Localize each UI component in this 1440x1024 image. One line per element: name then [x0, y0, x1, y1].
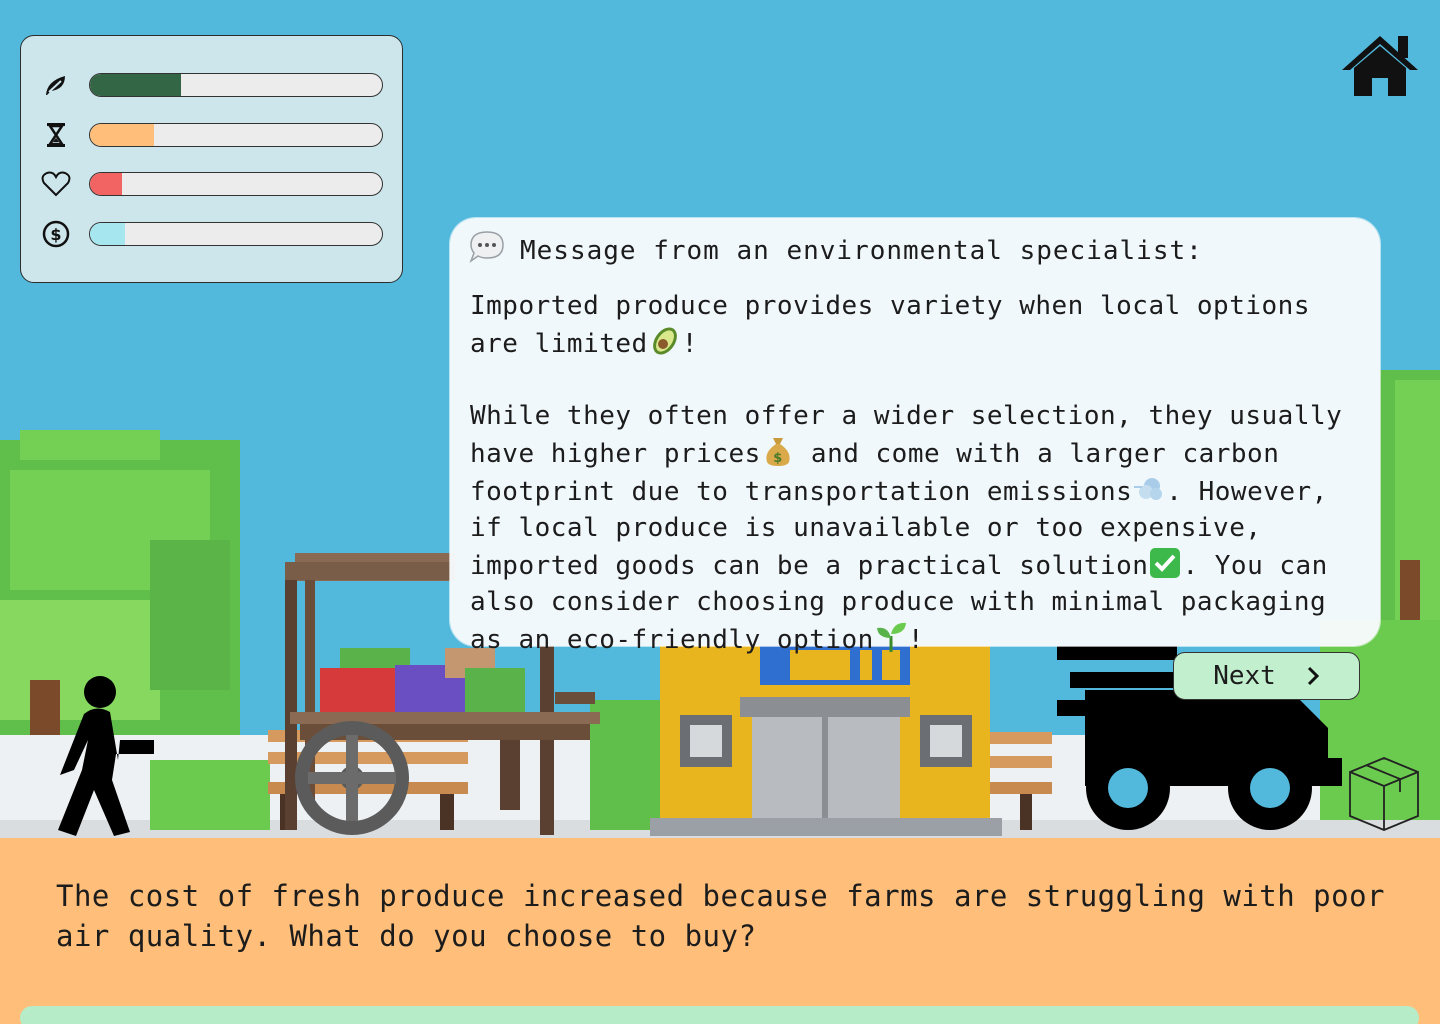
hourglass-icon [39, 122, 73, 148]
message-text: ! [907, 625, 924, 655]
health-bar-fill [90, 173, 123, 195]
chevron-right-icon [1307, 666, 1319, 686]
question-panel: The cost of fresh produce increased beca… [0, 838, 1440, 1024]
stat-health [39, 171, 389, 197]
tree-left [0, 430, 240, 780]
time-bar-fill [90, 124, 155, 146]
message-title: Message from an environmental specialist… [520, 236, 1203, 266]
leaf-icon [39, 72, 73, 98]
money-bag-icon: $ [766, 438, 790, 466]
next-button-label: Next [1213, 661, 1276, 691]
svg-text:$: $ [773, 451, 783, 466]
check-mark-icon [1150, 548, 1181, 578]
seedling-icon [876, 622, 906, 652]
stat-money: $ [39, 220, 389, 248]
svg-text:$: $ [50, 225, 61, 244]
environment-bar [89, 73, 383, 97]
next-button[interactable]: Next [1173, 652, 1360, 700]
money-bar [89, 222, 383, 246]
question-text: The cost of fresh produce increased beca… [56, 879, 1386, 953]
health-bar [89, 172, 383, 196]
money-bar-fill [90, 223, 126, 245]
heart-icon [39, 171, 73, 197]
speech-bubble-icon [469, 231, 504, 264]
stat-time [39, 122, 389, 148]
money-icon: $ [39, 220, 73, 248]
environment-bar-fill [90, 74, 181, 96]
home-icon [1342, 36, 1418, 96]
message-text: ! [681, 329, 698, 359]
message-body: Imported produce provides variety when l… [470, 288, 1370, 694]
avocado-icon [652, 327, 677, 355]
message-paragraph-1: Imported produce provides variety when l… [470, 288, 1370, 362]
stat-environment [39, 72, 389, 98]
message-card: Message from an environmental specialist… [450, 218, 1380, 655]
home-button[interactable] [1340, 32, 1420, 98]
message-paragraph-2: While they often offer a wider selection… [470, 398, 1370, 658]
message-text: Imported produce provides variety when l… [470, 291, 1310, 359]
choice-option-bar[interactable] [20, 1006, 1419, 1024]
stats-panel: $ [20, 35, 403, 283]
dash-icon [1134, 478, 1163, 500]
time-bar [89, 123, 383, 147]
